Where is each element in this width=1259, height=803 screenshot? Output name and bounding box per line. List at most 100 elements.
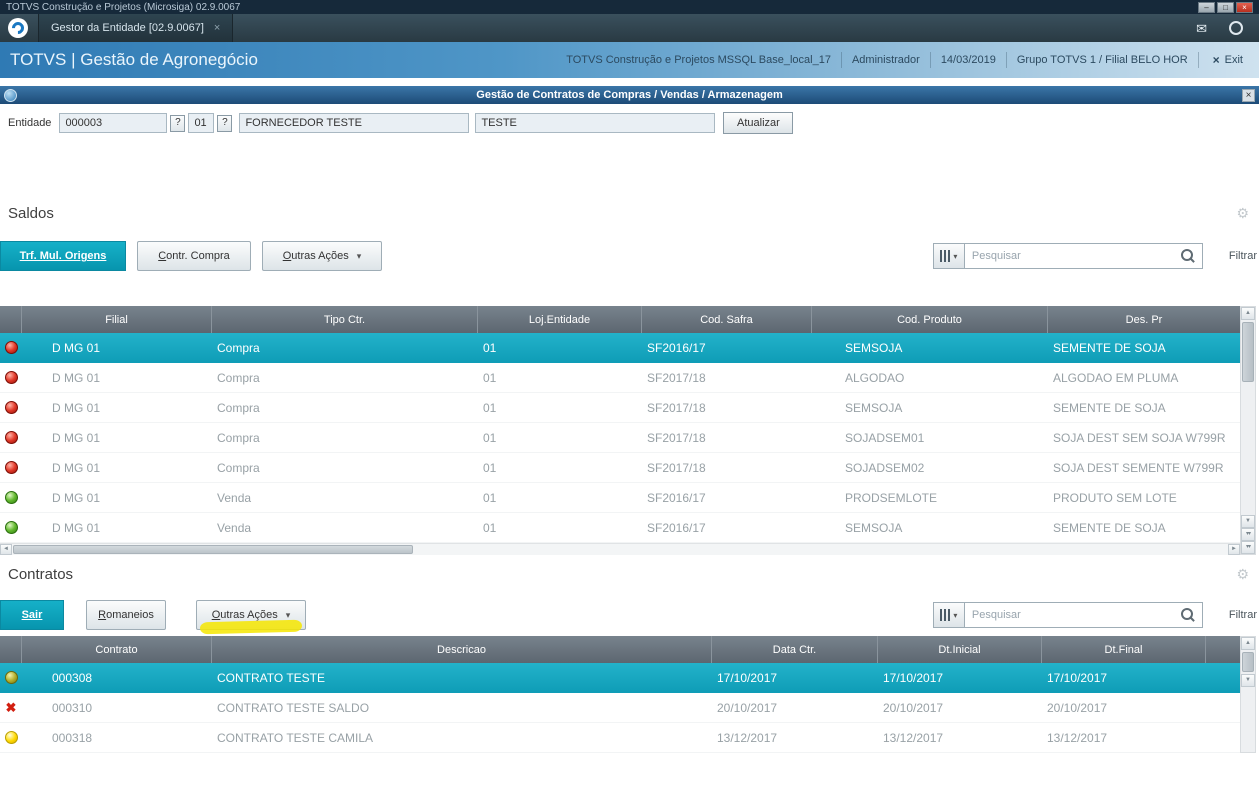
maximize-button[interactable]: □ — [1217, 1, 1234, 13]
table-row[interactable]: D MG 01 Compra 01 SF2017/18 SOJADSEM02 S… — [0, 453, 1240, 483]
column-header-loj[interactable]: Loj.Entidade — [478, 306, 642, 333]
cell-dt-final: 20/10/2017 — [1047, 700, 1108, 715]
cell-filial: D MG 01 — [52, 430, 101, 445]
cell-filial: D MG 01 — [52, 400, 101, 415]
column-header-status[interactable] — [0, 306, 22, 333]
table-row[interactable]: D MG 01 Venda 01 SF2016/17 PRODSEMLOTE P… — [0, 483, 1240, 513]
scroll-left-icon[interactable]: ◄ — [0, 544, 12, 555]
column-header-dt-final[interactable]: Dt.Final — [1042, 636, 1206, 663]
column-header-tipo[interactable]: Tipo Ctr. — [212, 306, 478, 333]
status-icon — [4, 731, 18, 744]
update-button[interactable]: Atualizar — [723, 112, 794, 134]
column-header-extra[interactable] — [1206, 636, 1240, 663]
cell-descricao: ALGODAO EM PLUMA — [1053, 370, 1179, 385]
cell-data-ctr: 17/10/2017 — [717, 670, 778, 685]
tab-close-icon[interactable]: × — [214, 22, 220, 34]
scrollbar-thumb[interactable] — [1242, 322, 1254, 382]
end-icon[interactable]: ▾▾ — [1241, 541, 1255, 554]
cell-produto: PRODSEMLOTE — [845, 490, 938, 505]
close-button[interactable]: × — [1236, 1, 1253, 13]
store-lookup-button[interactable]: ? — [217, 114, 233, 132]
column-header-filial[interactable]: Filial — [22, 306, 212, 333]
page-down-icon[interactable]: ▾▾ — [1241, 528, 1255, 541]
column-header-descricao[interactable]: Des. Pr — [1048, 306, 1240, 333]
entity-lookup-button[interactable]: ? — [170, 114, 186, 132]
scroll-right-icon[interactable]: ► — [1228, 544, 1240, 555]
exit-button[interactable]: × Exit — [1199, 53, 1249, 67]
saldos-columns-button[interactable]: ▾ — [932, 243, 965, 269]
cell-loj: 01 — [483, 370, 497, 385]
table-row[interactable]: 000310 CONTRATO TESTE SALDO 20/10/2017 2… — [0, 693, 1240, 723]
minimize-button[interactable]: – — [1198, 1, 1215, 13]
columns-icon — [940, 250, 951, 262]
search-icon[interactable] — [1180, 249, 1195, 263]
column-header-descricao[interactable]: Descricao — [212, 636, 712, 663]
user-label: Administrador — [851, 54, 920, 66]
contratos-settings-gear-icon[interactable]: ⚙ — [1236, 567, 1249, 581]
contratos-toolbar: Sair Romaneios Outras Ações ▾ ▾ Filtrar — [0, 600, 1259, 635]
table-row[interactable]: D MG 01 Venda 01 SF2016/17 SEMSOJA SEMEN… — [0, 513, 1240, 543]
cell-dt-final: 13/12/2017 — [1047, 730, 1108, 745]
dialog-close-button[interactable]: × — [1242, 88, 1255, 102]
contratos-search-input[interactable] — [971, 609, 1181, 621]
saldos-settings-gear-icon[interactable]: ⚙ — [1236, 206, 1249, 220]
cell-filial: D MG 01 — [52, 460, 101, 475]
saldos-horizontal-scrollbar[interactable]: ◄ ► — [0, 543, 1240, 555]
cell-descricao: CONTRATO TESTE SALDO — [217, 700, 370, 715]
saldos-vertical-scrollbar[interactable]: ▲ ▼ ▾▾ ▾▾ — [1240, 306, 1256, 555]
cell-tipo: Compra — [217, 460, 260, 475]
entity-code-input[interactable] — [59, 113, 168, 133]
cell-descricao: CONTRATO TESTE CAMILA — [217, 730, 374, 745]
entity-name-input[interactable] — [239, 113, 470, 133]
scrollbar-thumb[interactable] — [13, 545, 413, 554]
app-header: TOTVS | Gestão de Agronegócio TOTVS Cons… — [0, 42, 1259, 78]
mail-icon[interactable]: ✉ — [1196, 22, 1207, 35]
window-title: TOTVS Construção e Projetos (Microsiga) … — [6, 1, 241, 13]
table-row[interactable]: D MG 01 Compra 01 SF2016/17 SEMSOJA SEME… — [0, 333, 1240, 363]
contratos-vertical-scrollbar[interactable]: ▲ ▼ — [1240, 636, 1256, 753]
table-row[interactable]: D MG 01 Compra 01 SF2017/18 ALGODAO ALGO… — [0, 363, 1240, 393]
status-ring-icon[interactable] — [1229, 21, 1243, 35]
cell-dt-inicial: 13/12/2017 — [883, 730, 944, 745]
scroll-down-icon[interactable]: ▼ — [1241, 515, 1255, 528]
column-header-contrato[interactable]: Contrato — [22, 636, 212, 663]
tab-gestor-entidade[interactable]: Gestor da Entidade [02.9.0067] × — [38, 14, 234, 42]
cell-dt-inicial: 17/10/2017 — [883, 670, 944, 685]
contratos-filter-link[interactable]: Filtrar — [1229, 609, 1257, 621]
table-row[interactable]: D MG 01 Compra 01 SF2017/18 SOJADSEM01 S… — [0, 423, 1240, 453]
trf-mul-origens-button[interactable]: Trf. Mul. Origens — [0, 241, 126, 271]
contratos-columns-button[interactable]: ▾ — [932, 602, 965, 628]
saldos-outras-acoes-button[interactable]: Outras Ações ▾ — [262, 241, 382, 271]
scroll-up-icon[interactable]: ▲ — [1241, 637, 1255, 650]
table-row[interactable]: 000318 CONTRATO TESTE CAMILA 13/12/2017 … — [0, 723, 1240, 753]
column-header-data-ctr[interactable]: Data Ctr. — [712, 636, 878, 663]
romaneios-button[interactable]: Romaneios — [86, 600, 166, 630]
sair-button[interactable]: Sair — [0, 600, 64, 630]
cell-produto: SOJADSEM02 — [845, 460, 925, 475]
contr-compra-button[interactable]: Contr. Compra — [137, 241, 251, 271]
cell-loj: 01 — [483, 430, 497, 445]
scroll-down-icon[interactable]: ▼ — [1241, 674, 1255, 687]
search-icon[interactable] — [1180, 608, 1195, 622]
cell-filial: D MG 01 — [52, 490, 101, 505]
column-header-safra[interactable]: Cod. Safra — [642, 306, 812, 333]
saldos-search-box — [964, 243, 1203, 269]
scrollbar-thumb[interactable] — [1242, 652, 1254, 672]
saldos-filter-link[interactable]: Filtrar — [1229, 250, 1257, 262]
saldos-search-input[interactable] — [971, 250, 1181, 262]
column-header-dt-inicial[interactable]: Dt.Inicial — [878, 636, 1042, 663]
group-branch-label: Grupo TOTVS 1 / Filial BELO HOR — [1016, 54, 1188, 66]
status-icon — [4, 401, 18, 414]
table-row[interactable]: D MG 01 Compra 01 SF2017/18 SEMSOJA SEME… — [0, 393, 1240, 423]
entity-alias-input[interactable] — [475, 113, 716, 133]
exit-label: Exit — [1224, 54, 1243, 66]
table-row[interactable]: 000308 CONTRATO TESTE 17/10/2017 17/10/2… — [0, 663, 1240, 693]
cell-safra: SF2016/17 — [647, 340, 706, 355]
column-header-produto[interactable]: Cod. Produto — [812, 306, 1048, 333]
scroll-up-icon[interactable]: ▲ — [1241, 307, 1255, 320]
status-icon — [4, 491, 18, 504]
cell-safra: SF2016/17 — [647, 520, 706, 535]
column-header-status[interactable] — [0, 636, 22, 663]
cell-data-ctr: 20/10/2017 — [717, 700, 778, 715]
store-code-input[interactable] — [188, 113, 215, 133]
